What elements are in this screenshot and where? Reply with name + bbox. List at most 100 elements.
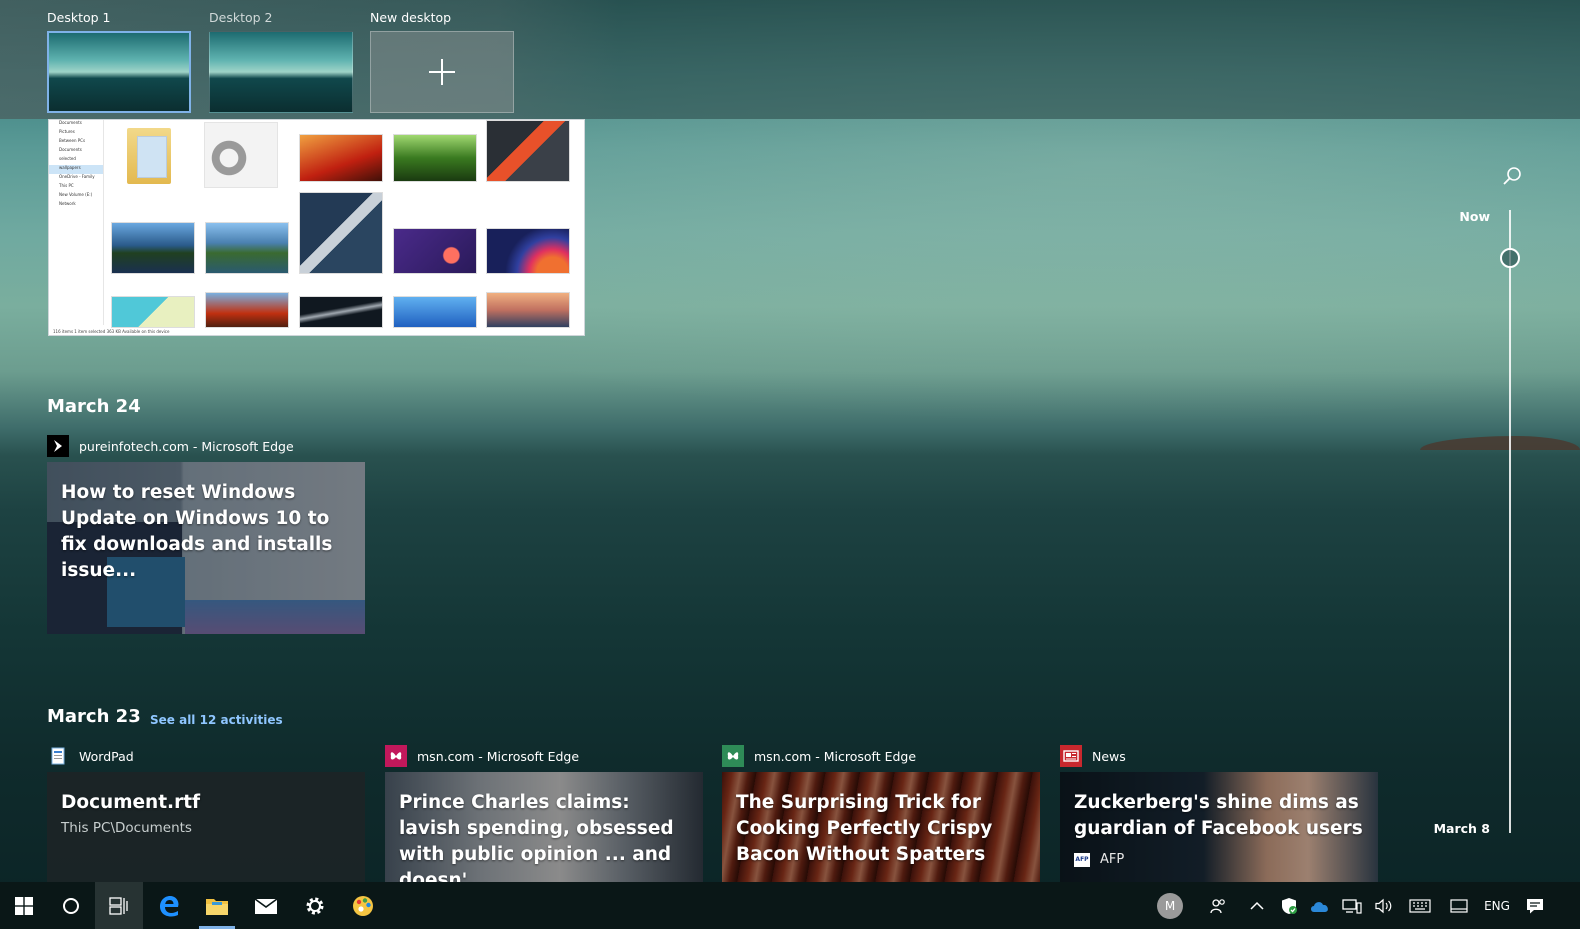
edge-taskbar-button[interactable] (145, 882, 193, 929)
afp-logo-icon: AFP (1074, 852, 1090, 867)
timeline-date-heading: March 24 (47, 396, 141, 417)
image-thumbnail (299, 134, 383, 182)
volume-tray-button[interactable] (1370, 882, 1398, 929)
activity-card-wordpad[interactable]: Document.rtf This PC\Documents (47, 772, 365, 882)
show-hidden-icons-button[interactable] (1244, 882, 1270, 929)
activity-card-pureinfotech[interactable]: How to reset Windows Update on Windows 1… (47, 462, 365, 634)
task-view-button[interactable] (95, 882, 143, 929)
nav-item: New Volume (E:) (59, 192, 93, 197)
news-icon (1060, 745, 1082, 767)
mail-taskbar-button[interactable] (242, 882, 290, 929)
timeline-scrollbar-thumb[interactable] (1500, 248, 1520, 268)
desktop-1[interactable]: Desktop 1 (47, 10, 191, 113)
network-tray-button[interactable] (1338, 882, 1366, 929)
activity-card-header: WordPad (47, 745, 134, 767)
keyboard-icon (1409, 898, 1431, 913)
image-thumbnail (486, 292, 570, 328)
onedrive-tray-button[interactable] (1306, 882, 1334, 929)
desktop-2[interactable]: Desktop 2 (209, 10, 353, 113)
activity-title: Prince Charles claims: lavish spending, … (399, 792, 674, 882)
image-thumbnail (299, 192, 383, 274)
desktop-1-thumbnail[interactable] (47, 31, 191, 113)
mail-icon (254, 897, 278, 914)
pureinfotech-icon (47, 435, 69, 457)
activity-card-news-zuckerberg[interactable]: Zuckerberg's shine dims as guardian of F… (1060, 772, 1378, 882)
image-thumbnail (299, 296, 383, 328)
activity-app-name: News (1092, 748, 1126, 764)
settings-taskbar-button[interactable] (291, 882, 339, 929)
people-button[interactable] (1204, 882, 1232, 929)
timeline-scrollbar-track[interactable] (1509, 210, 1511, 833)
news-source: AFP AFP (1074, 852, 1124, 867)
activity-app-name: msn.com - Microsoft Edge (417, 748, 580, 764)
explorer-status-bar: 116 items 1 item selected 363 KB Availab… (53, 329, 170, 334)
chevron-up-icon (1250, 901, 1264, 910)
see-all-activities-link[interactable]: See all 12 activities (150, 713, 283, 727)
touch-keyboard-button[interactable] (1404, 882, 1436, 929)
timeline-date-marker: March 8 (1433, 821, 1490, 836)
nav-item: Between PCs (59, 138, 86, 143)
windows-security-tray-button[interactable] (1276, 882, 1302, 929)
activity-card-msn-prince-charles[interactable]: Prince Charles claims: lavish spending, … (385, 772, 703, 882)
activity-title: Zuckerberg's shine dims as guardian of F… (1074, 792, 1363, 839)
tablet-mode-button[interactable] (1444, 882, 1474, 929)
activity-title: How to reset Windows Update on Windows 1… (61, 482, 333, 581)
msn-butterfly-icon (722, 745, 744, 767)
account-avatar[interactable]: M (1152, 882, 1188, 929)
cortana-button[interactable] (47, 882, 95, 929)
activity-subtitle: This PC\Documents (61, 820, 192, 836)
windows-logo-icon (15, 896, 33, 915)
nav-item: Documents (59, 147, 82, 152)
activity-card-header: News (1060, 745, 1126, 767)
desktop-2-label: Desktop 2 (209, 10, 273, 25)
paint-3d-taskbar-button[interactable] (339, 882, 387, 929)
image-thumbnail (205, 292, 289, 328)
edge-icon (160, 895, 179, 916)
activity-card-header: msn.com - Microsoft Edge (385, 745, 579, 767)
input-language-button[interactable]: ENG (1478, 882, 1516, 929)
folder-photo-icon (137, 136, 167, 178)
taskbar: M ENG (0, 882, 1580, 929)
virtual-desktops-bar: Desktop 1 Desktop 2 New desktop (0, 0, 1580, 119)
start-button[interactable] (0, 882, 48, 929)
activity-title: The Surprising Trick for Cooking Perfect… (736, 792, 993, 865)
activity-app-name: msn.com - Microsoft Edge (754, 748, 917, 764)
nav-item: wallpapers (49, 165, 103, 174)
gear-icon (306, 897, 324, 914)
file-explorer-window-preview[interactable]: Documents Pictures Between PCs Documents… (48, 119, 585, 336)
nav-item: selected (59, 156, 76, 161)
cloud-icon (1311, 901, 1328, 912)
wordpad-icon (47, 745, 69, 767)
plus-icon (429, 59, 455, 85)
new-desktop[interactable]: New desktop (370, 10, 514, 113)
image-thumbnail (205, 222, 289, 274)
image-thumbnail (393, 228, 477, 274)
activity-card-msn-bacon[interactable]: The Surprising Trick for Cooking Perfect… (722, 772, 1040, 882)
paint-palette-icon (353, 895, 373, 916)
new-desktop-label: New desktop (370, 10, 452, 25)
activity-title: Document.rtf (61, 792, 201, 813)
network-icon (1342, 898, 1362, 914)
desktop-2-thumbnail[interactable] (209, 31, 353, 113)
nav-item: Documents (59, 120, 82, 125)
cortana-circle-icon (63, 897, 79, 914)
shield-check-icon (1282, 897, 1297, 914)
desktop-1-label: Desktop 1 (47, 10, 111, 25)
action-center-button[interactable] (1520, 882, 1550, 929)
nav-item: This PC (59, 183, 74, 188)
search-icon[interactable] (1502, 166, 1522, 186)
speaker-icon (1375, 898, 1392, 913)
msn-butterfly-icon (385, 745, 407, 767)
file-explorer-taskbar-button[interactable] (193, 882, 241, 929)
new-desktop-button[interactable] (370, 31, 514, 113)
activity-card-header: msn.com - Microsoft Edge (722, 745, 916, 767)
timeline-now-label: Now (1459, 209, 1490, 224)
task-view-icon (109, 896, 128, 915)
timeline-date-heading: March 23 (47, 706, 141, 727)
notification-icon (1527, 898, 1543, 913)
explorer-nav-pane: Documents Pictures Between PCs Documents… (49, 120, 104, 325)
image-thumbnail (111, 296, 195, 328)
activity-card-header: pureinfotech.com - Microsoft Edge (47, 435, 294, 457)
nav-item: OneDrive - Family (59, 174, 95, 179)
display-icon (1450, 898, 1468, 913)
